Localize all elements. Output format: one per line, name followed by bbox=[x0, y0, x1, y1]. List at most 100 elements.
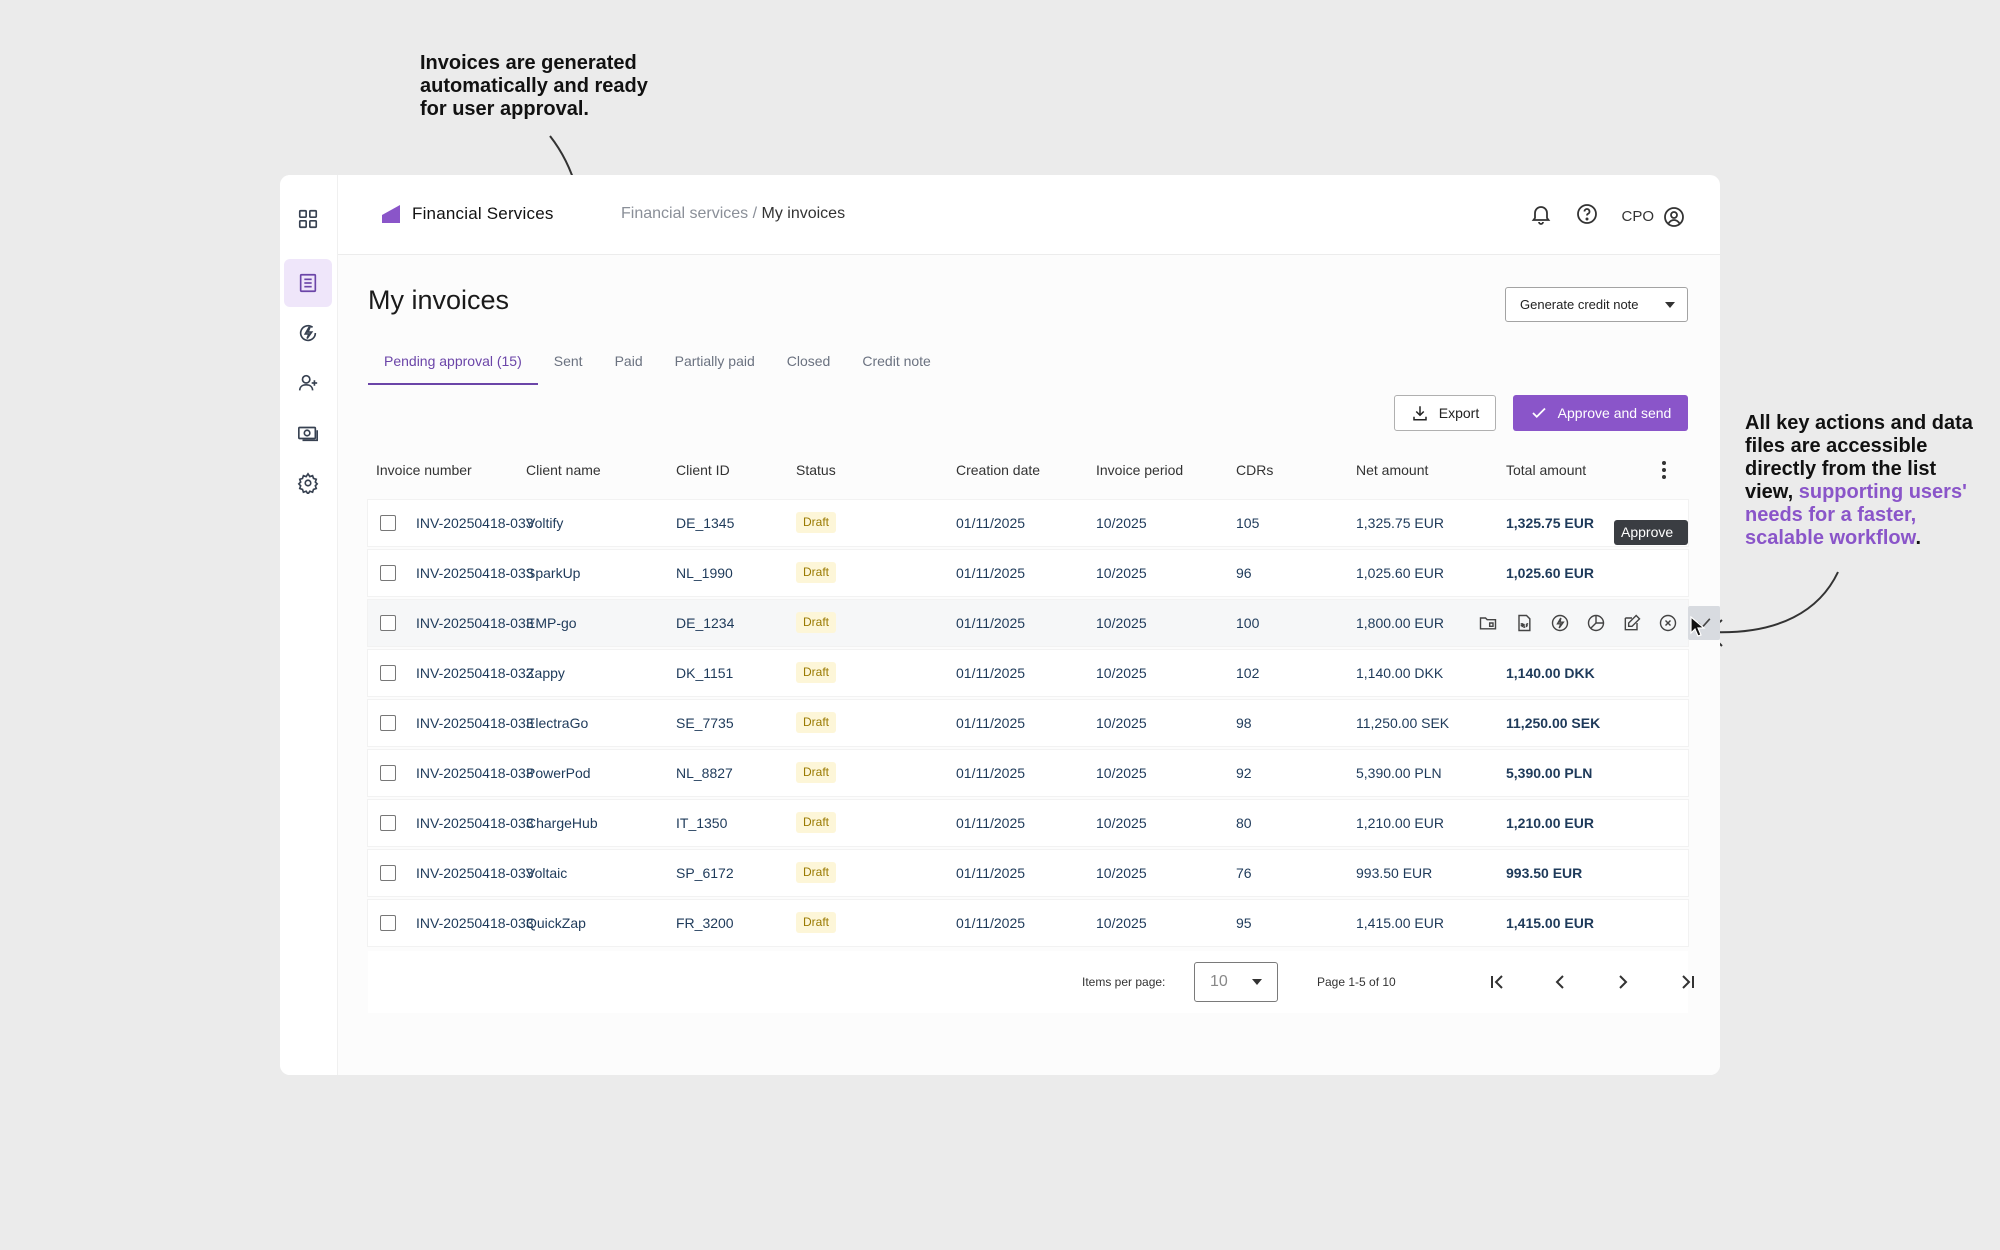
row-checkbox[interactable] bbox=[380, 865, 396, 881]
tab-partially-paid[interactable]: Partially paid bbox=[659, 352, 771, 385]
col-creation-date[interactable]: Creation date bbox=[956, 462, 1040, 478]
table-row[interactable]: INV-20250418-033 SparkUp NL_1990 Draft 0… bbox=[368, 520, 1688, 596]
cell-client-id: IT_1350 bbox=[676, 815, 728, 831]
apps-grid-icon[interactable] bbox=[284, 195, 332, 243]
generate-credit-note-dropdown[interactable]: Generate credit note bbox=[1505, 287, 1688, 322]
cell-invoice-number[interactable]: INV-20250418-033 bbox=[416, 615, 534, 631]
more-options-icon[interactable] bbox=[1654, 459, 1674, 481]
cell-total-amount: 1,210.00 EUR bbox=[1506, 815, 1594, 831]
col-client-id[interactable]: Client ID bbox=[676, 462, 730, 478]
status-badge: Draft bbox=[796, 512, 837, 533]
table-row[interactable]: INV-20250418-033 Zappy DK_1151 Draft 01/… bbox=[368, 650, 1688, 696]
breadcrumb-parent[interactable]: Financial services bbox=[621, 205, 748, 222]
cell-total-amount: 11,250.00 SEK bbox=[1506, 715, 1601, 731]
last-page-icon[interactable] bbox=[1676, 970, 1700, 994]
edit-icon[interactable] bbox=[1616, 606, 1648, 640]
items-per-page-select[interactable]: 10 bbox=[1194, 962, 1278, 1002]
table-row[interactable]: INV-20250418-033 PowerPod NL_8827 Draft … bbox=[368, 750, 1688, 796]
table-row[interactable]: INV-20250418-033 ElectraGo SE_7735 Draft… bbox=[368, 700, 1688, 746]
tab-paid[interactable]: Paid bbox=[599, 352, 659, 385]
charging-icon[interactable] bbox=[284, 309, 332, 357]
cell-invoice-number[interactable]: INV-20250418-033 bbox=[416, 565, 534, 581]
status-badge: Draft bbox=[796, 912, 837, 933]
first-page-icon[interactable] bbox=[1485, 970, 1509, 994]
bell-icon[interactable] bbox=[1529, 202, 1553, 231]
status-badge: Draft bbox=[796, 812, 837, 833]
breadcrumb: Financial services / My invoices bbox=[621, 205, 845, 223]
row-checkbox[interactable] bbox=[380, 515, 396, 531]
col-invoice-period[interactable]: Invoice period bbox=[1096, 462, 1183, 478]
invoices-icon[interactable] bbox=[284, 259, 332, 307]
cell-invoice-number[interactable]: INV-20250418-033 bbox=[416, 665, 534, 681]
row-checkbox[interactable] bbox=[380, 815, 396, 831]
help-icon[interactable] bbox=[1575, 202, 1599, 231]
approve-and-send-button[interactable]: Approve and send bbox=[1513, 395, 1688, 431]
table-row[interactable]: INV-20250418-033 Voltify DE_1345 Draft 0… bbox=[368, 500, 1688, 546]
col-invoice-number[interactable]: Invoice number bbox=[376, 462, 472, 478]
items-per-page-value: 10 bbox=[1210, 973, 1228, 990]
annotation-right: All key actions and data files are acces… bbox=[1745, 412, 1985, 550]
cell-invoice-period: 10/2025 bbox=[1096, 815, 1147, 831]
row-checkbox[interactable] bbox=[380, 915, 396, 931]
cell-invoice-number[interactable]: INV-20250418-033 bbox=[416, 765, 534, 781]
user-avatar-icon bbox=[1664, 206, 1684, 227]
pdf-icon[interactable] bbox=[1508, 606, 1540, 640]
cancel-icon[interactable] bbox=[1652, 606, 1684, 640]
app-window: Financial Services Financial services / … bbox=[280, 175, 1720, 1075]
cell-client-id: FR_3200 bbox=[676, 915, 734, 931]
table-row[interactable]: INV-20250418-033 Voltaic SP_6172 Draft 0… bbox=[368, 850, 1688, 896]
cell-invoice-number[interactable]: INV-20250418-033 bbox=[416, 715, 534, 731]
col-total-amount[interactable]: Total amount bbox=[1506, 462, 1586, 478]
cell-invoice-number[interactable]: INV-20250418-033 bbox=[416, 915, 534, 931]
cell-cdrs: 76 bbox=[1236, 865, 1252, 881]
table-row[interactable]: INV-20250418-033 QuickZap FR_3200 Draft … bbox=[368, 900, 1688, 946]
tab-closed[interactable]: Closed bbox=[771, 352, 847, 385]
export-button[interactable]: Export bbox=[1394, 395, 1496, 431]
cell-client-id: NL_1990 bbox=[676, 565, 733, 581]
row-checkbox[interactable] bbox=[380, 615, 396, 631]
previous-page-icon[interactable] bbox=[1548, 970, 1572, 994]
row-checkbox[interactable] bbox=[380, 715, 396, 731]
cell-invoice-period: 10/2025 bbox=[1096, 715, 1147, 731]
cell-cdrs: 96 bbox=[1236, 565, 1252, 581]
cell-invoice-period: 10/2025 bbox=[1096, 765, 1147, 781]
col-client-name[interactable]: Client name bbox=[526, 462, 601, 478]
col-net-amount[interactable]: Net amount bbox=[1356, 462, 1428, 478]
cell-invoice-number[interactable]: INV-20250418-033 bbox=[416, 865, 534, 881]
cell-client-name: Voltaic bbox=[526, 865, 568, 881]
folder-icon[interactable] bbox=[1472, 606, 1504, 640]
charging-icon[interactable] bbox=[1544, 606, 1576, 640]
cell-invoice-number[interactable]: INV-20250418-033 bbox=[416, 815, 534, 831]
cell-invoice-period: 10/2025 bbox=[1096, 665, 1147, 681]
cell-client-id: SP_6172 bbox=[676, 865, 734, 881]
next-page-icon[interactable] bbox=[1611, 970, 1635, 994]
table-row[interactable]: INV-20250418-033 ChargeHub IT_1350 Draft… bbox=[368, 800, 1688, 846]
tab-sent[interactable]: Sent bbox=[538, 352, 599, 385]
mouse-cursor-icon bbox=[1690, 616, 1706, 637]
cell-invoice-number[interactable]: INV-20250418-033 bbox=[416, 515, 534, 531]
col-status[interactable]: Status bbox=[796, 462, 836, 478]
pie-chart-icon[interactable] bbox=[1580, 606, 1612, 640]
col-cdrs[interactable]: CDRs bbox=[1236, 462, 1273, 478]
cell-total-amount: 5,390.00 PLN bbox=[1506, 765, 1593, 781]
status-badge: Draft bbox=[796, 562, 837, 583]
cell-total-amount: 1,140.00 DKK bbox=[1506, 665, 1595, 681]
cell-cdrs: 102 bbox=[1236, 665, 1260, 681]
row-checkbox[interactable] bbox=[380, 665, 396, 681]
cell-net-amount: 1,025.60 EUR bbox=[1356, 565, 1444, 581]
status-badge: Draft bbox=[796, 712, 837, 733]
tab-credit-note[interactable]: Credit note bbox=[846, 352, 946, 385]
row-checkbox[interactable] bbox=[380, 565, 396, 581]
top-right-actions: CPO bbox=[1529, 202, 1686, 231]
money-icon[interactable] bbox=[284, 409, 332, 457]
table-row[interactable]: INV-20250418-033 EMP-go DE_1234 Draft 01… bbox=[368, 600, 1720, 646]
cell-net-amount: 11,250.00 SEK bbox=[1356, 715, 1450, 731]
tab-pending-approval[interactable]: Pending approval (15) bbox=[368, 352, 538, 385]
page-info: Page 1-5 of 10 bbox=[1317, 975, 1396, 989]
brand-logo[interactable]: Financial Services bbox=[380, 203, 554, 225]
user-menu[interactable]: CPO bbox=[1621, 205, 1686, 229]
row-checkbox[interactable] bbox=[380, 765, 396, 781]
settings-icon[interactable] bbox=[284, 459, 332, 507]
cell-total-amount: 1,025.60 EUR bbox=[1506, 565, 1594, 581]
add-user-icon[interactable] bbox=[284, 359, 332, 407]
